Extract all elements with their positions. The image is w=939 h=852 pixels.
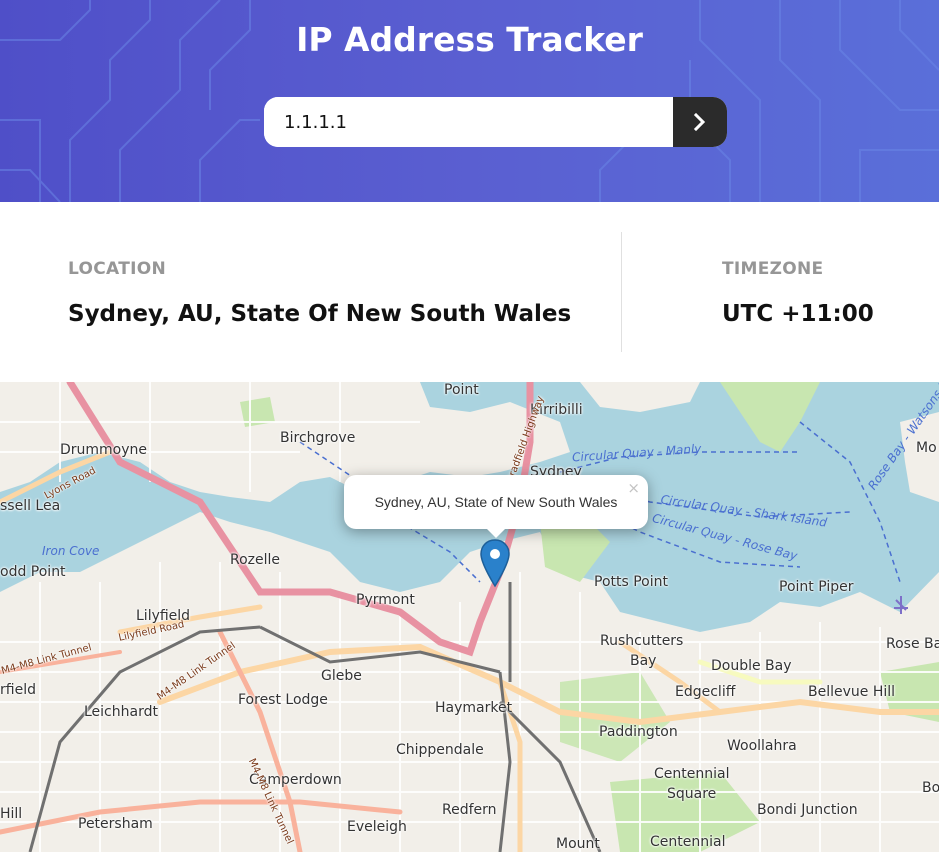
map-label: Centennial: [650, 834, 726, 850]
map-label: Mount: [556, 836, 600, 852]
map-view[interactable]: Point Kirribilli Drummoyne Birchgrove Sy…: [0, 382, 939, 852]
map-label: Woollahra: [727, 738, 797, 754]
map-label: Chippendale: [396, 742, 484, 758]
map-label: Pyrmont: [356, 592, 415, 608]
map-label: Edgecliff: [675, 684, 736, 700]
map-label: Forest Lodge: [238, 692, 328, 708]
map-label: Hill: [0, 806, 23, 822]
map-label: Rose Ba: [886, 636, 939, 652]
timezone-label: TIMEZONE: [722, 259, 824, 279]
map-label: Centennial: [654, 766, 730, 782]
map-label: rfield: [0, 682, 36, 698]
map-label: Glebe: [321, 668, 362, 684]
ip-search-input[interactable]: [264, 97, 673, 147]
map-label: Eveleigh: [347, 819, 407, 835]
map-label: Rozelle: [230, 552, 281, 568]
map-label: Potts Point: [594, 574, 668, 590]
map-label: Redfern: [442, 802, 497, 818]
map-label: Point: [444, 382, 479, 398]
ip-info-panel: LOCATION Sydney, AU, State Of New South …: [0, 202, 939, 382]
popup-text: Sydney, AU, State of New South Wales: [374, 494, 618, 510]
map-label: ssell Lea: [0, 498, 61, 514]
map-label: Haymarket: [435, 700, 513, 716]
popup-close-button[interactable]: ×: [627, 479, 640, 497]
page-title: IP Address Tracker: [296, 20, 643, 59]
map-label: Drummoyne: [60, 442, 148, 458]
map-label: Double Bay: [711, 658, 792, 674]
location-label: LOCATION: [68, 259, 166, 279]
map-label: Point Piper: [779, 579, 854, 595]
ip-search-form: [264, 97, 727, 147]
timezone-value: UTC +11:00: [722, 301, 874, 327]
map-label: Paddington: [599, 724, 678, 740]
map-label: Bondi Junction: [757, 802, 858, 818]
map-label: Square: [667, 786, 717, 802]
map-label: Petersham: [78, 816, 153, 832]
map-pin-icon[interactable]: [479, 538, 511, 588]
map-label: Bo: [922, 780, 939, 796]
location-value: Sydney, AU, State Of New South Wales: [68, 301, 572, 327]
map-label: Leichhardt: [84, 704, 158, 720]
chevron-right-icon: [693, 113, 706, 131]
map-label: odd Point: [0, 564, 66, 580]
map-label: Birchgrove: [280, 430, 356, 446]
map-label: Rushcutters: [600, 633, 684, 649]
map-label: Iron Cove: [42, 544, 100, 558]
search-submit-button[interactable]: [673, 97, 727, 147]
map-label: Bay: [630, 653, 657, 669]
map-label: Mo: [916, 440, 937, 456]
timezone-block: TIMEZONE UTC +11:00: [722, 259, 874, 327]
map-label: Bellevue Hill: [808, 684, 896, 700]
popup-tip: [486, 528, 506, 538]
header-banner: IP Address Tracker: [0, 0, 939, 202]
location-popup: Sydney, AU, State of New South Wales ×: [344, 475, 648, 538]
info-divider: [621, 232, 622, 352]
location-block: LOCATION Sydney, AU, State Of New South …: [68, 259, 571, 327]
